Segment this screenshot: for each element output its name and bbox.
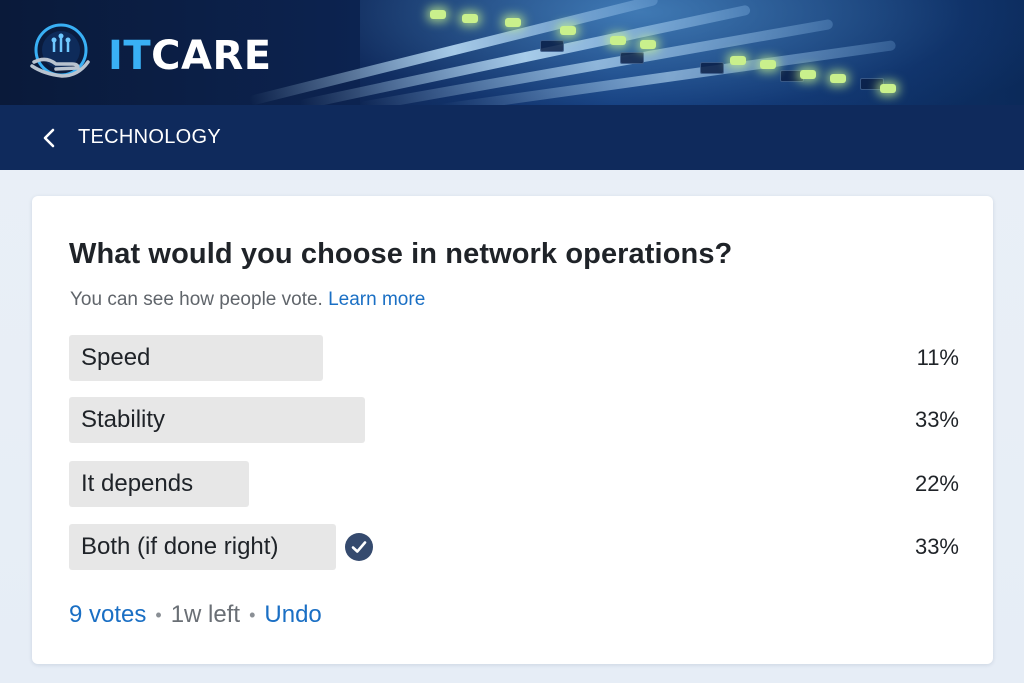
status-led <box>760 60 776 69</box>
poll-option[interactable]: Both (if done right) 33% <box>69 524 959 570</box>
option-percent: 22% <box>914 471 959 496</box>
back-button[interactable] <box>29 118 69 158</box>
option-percent: 33% <box>914 407 959 432</box>
category-navbar: TECHNOLOGY <box>0 105 1024 170</box>
option-percent: 33% <box>914 534 959 559</box>
poll-footer: 9 votes • 1w left • Undo <box>69 601 322 629</box>
learn-more-link[interactable]: Learn more <box>328 289 425 310</box>
separator: • <box>155 604 162 625</box>
status-led <box>640 40 656 49</box>
poll-option[interactable]: Stability 33% <box>69 397 959 443</box>
status-led <box>462 14 478 23</box>
option-label: Stability <box>81 406 166 433</box>
selected-check-icon <box>345 533 373 561</box>
brand-name-part2: CARE <box>151 33 272 79</box>
poll-subtitle: You can see how people vote. <box>70 289 323 310</box>
brand-name-part1: IT <box>108 33 152 79</box>
chevron-left-icon <box>43 128 55 147</box>
status-led <box>610 36 626 45</box>
poll-card: What would you choose in network operati… <box>32 196 993 664</box>
poll-question: What would you choose in network operati… <box>69 238 733 270</box>
option-label: Speed <box>81 344 151 371</box>
status-led <box>730 56 746 65</box>
status-led <box>505 18 521 27</box>
itcare-logo-icon <box>30 23 90 78</box>
option-label: Both (if done right) <box>81 533 279 560</box>
switch-port <box>620 52 644 64</box>
option-percent: 11% <box>916 345 959 370</box>
poll-option[interactable]: It depends 22% <box>69 461 959 507</box>
status-led <box>430 10 446 19</box>
time-left: 1w left <box>170 601 241 628</box>
status-led <box>830 74 846 83</box>
brand-logo-text: ITCARE <box>108 34 272 78</box>
undo-vote-button[interactable]: Undo <box>264 601 321 629</box>
poll-option[interactable]: Speed 11% <box>69 335 959 381</box>
poll-subtitle-line: You can see how people vote. Learn more <box>70 289 425 311</box>
status-led <box>880 84 896 93</box>
category-title: TECHNOLOGY <box>78 126 222 148</box>
votes-count-link[interactable]: 9 votes <box>69 601 146 629</box>
switch-port <box>700 62 724 74</box>
switch-port <box>540 40 564 52</box>
status-led <box>800 70 816 79</box>
separator: • <box>249 604 256 625</box>
status-led <box>560 26 576 35</box>
option-label: It depends <box>81 470 194 497</box>
header-banner: ITCARE <box>0 0 1024 105</box>
